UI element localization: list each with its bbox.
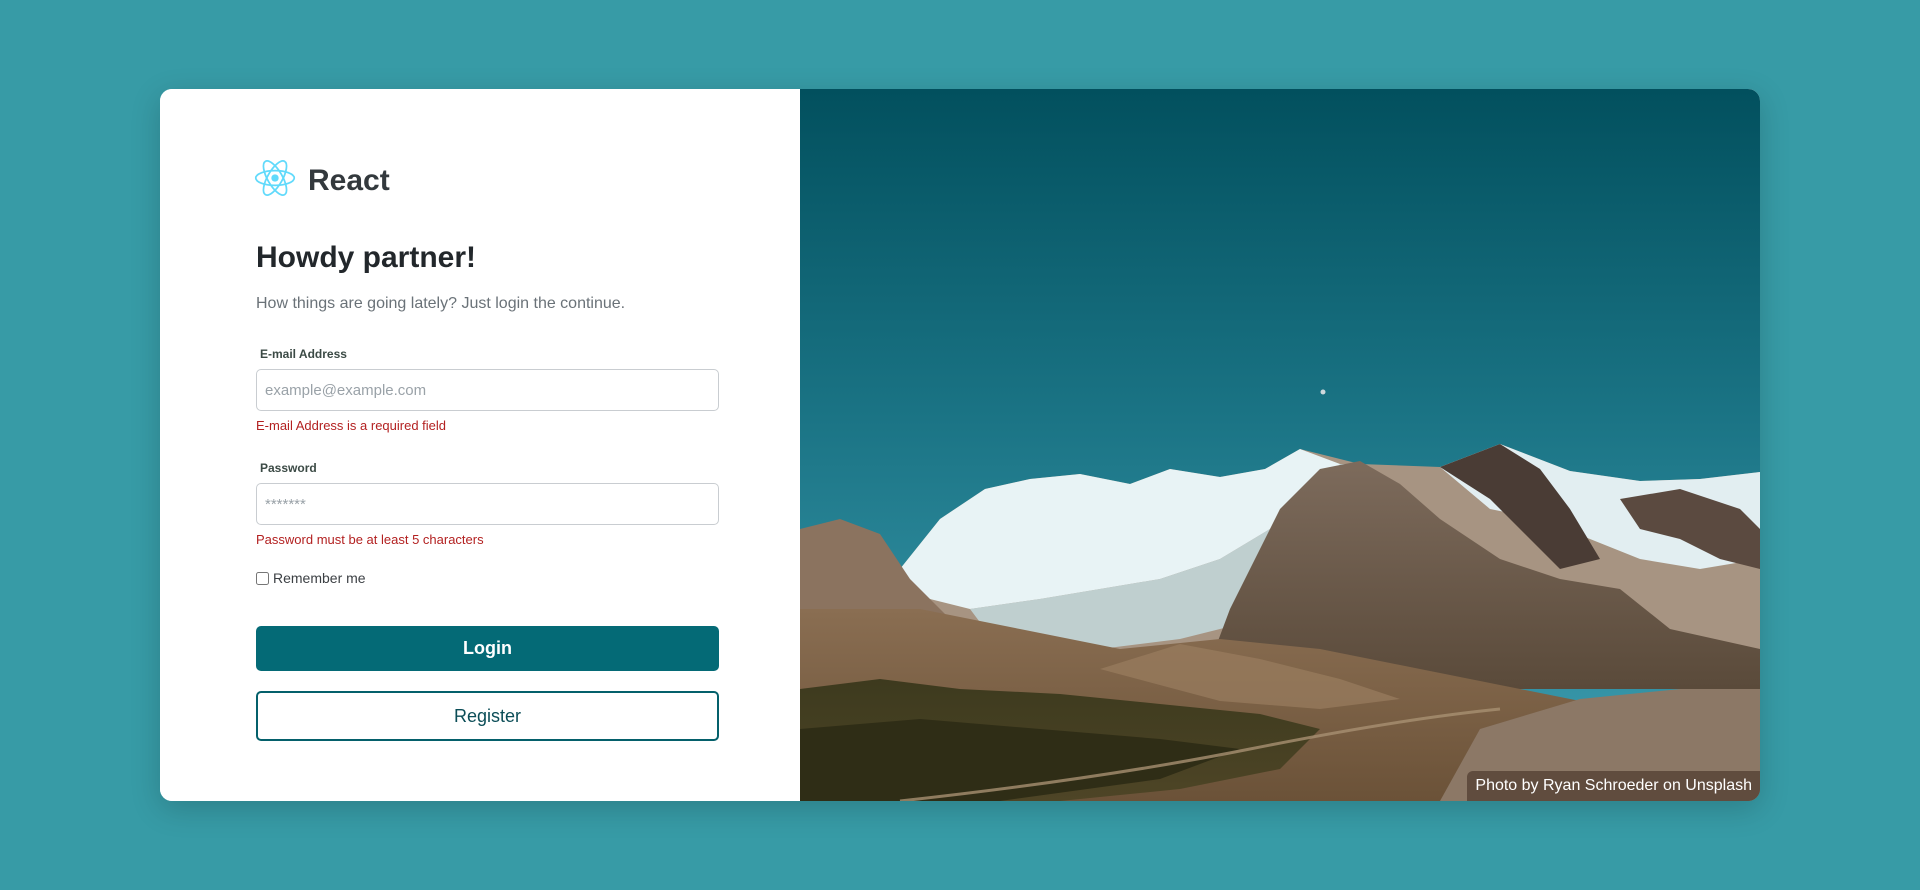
photo-credit: Photo by Ryan Schroeder on Unsplash bbox=[1467, 771, 1760, 801]
remember-me[interactable]: Remember me bbox=[256, 570, 366, 586]
page-subtitle: How things are going lately? Just login … bbox=[256, 295, 626, 312]
brand: React bbox=[254, 157, 390, 204]
login-panel: React Howdy partner! How things are goin… bbox=[160, 89, 800, 801]
email-error: E-mail Address is a required field bbox=[256, 418, 447, 433]
mountain-landscape-image bbox=[800, 89, 1760, 801]
email-field[interactable] bbox=[256, 369, 719, 411]
password-label: Password bbox=[260, 461, 317, 475]
password-field[interactable] bbox=[256, 483, 719, 525]
login-button[interactable]: Login bbox=[256, 626, 719, 671]
react-logo-icon bbox=[254, 157, 296, 204]
hero-image: Photo by Ryan Schroeder on Unsplash bbox=[800, 89, 1760, 801]
register-button[interactable]: Register bbox=[256, 691, 719, 741]
remember-me-label: Remember me bbox=[273, 570, 366, 586]
email-label: E-mail Address bbox=[260, 347, 347, 361]
login-card: React Howdy partner! How things are goin… bbox=[160, 89, 1760, 801]
password-error: Password must be at least 5 characters bbox=[256, 532, 484, 547]
page-title: Howdy partner! bbox=[256, 241, 477, 274]
brand-name: React bbox=[308, 163, 390, 197]
remember-me-checkbox[interactable] bbox=[256, 571, 269, 585]
